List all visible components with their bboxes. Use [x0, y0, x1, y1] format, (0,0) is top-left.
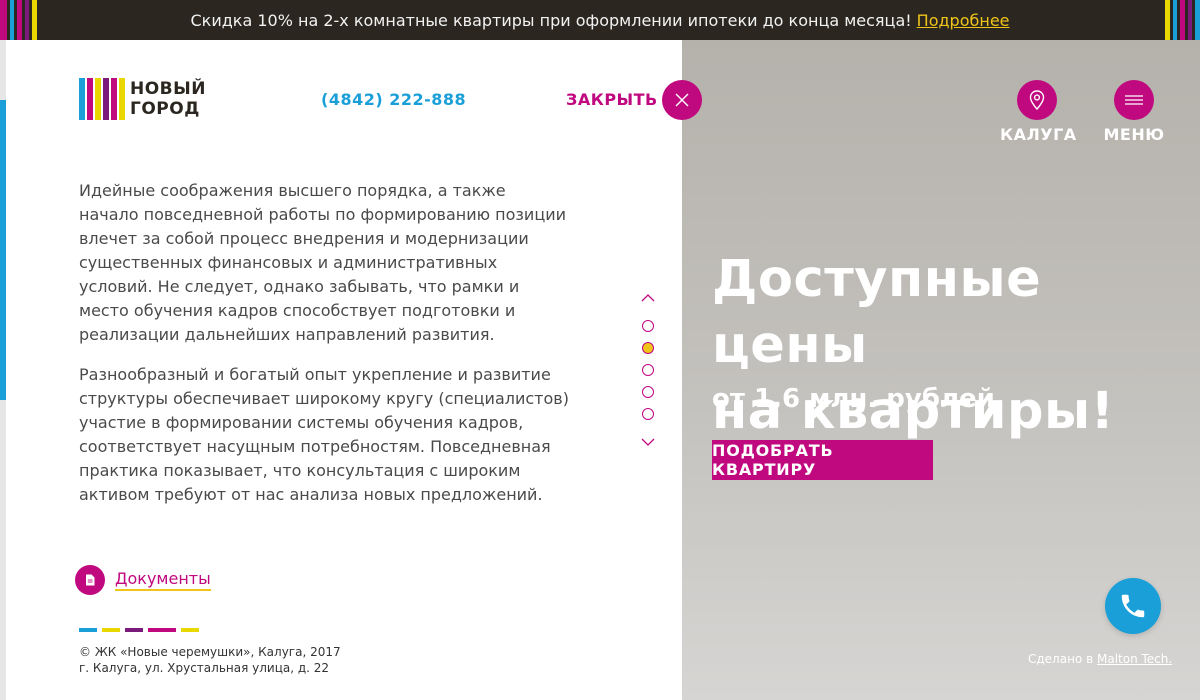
phone-icon: [1121, 594, 1145, 618]
made-by-link[interactable]: Malton Tech.: [1097, 652, 1172, 666]
logo-line-1: НОВЫЙ: [130, 79, 206, 99]
location-pin-icon: [1029, 90, 1045, 110]
documents-label: Документы: [115, 569, 211, 591]
promo-stripes-left: [0, 0, 37, 40]
hamburger-icon: [1125, 95, 1143, 105]
pager-dot[interactable]: [642, 386, 654, 398]
pager-dot[interactable]: [642, 342, 654, 354]
document-icon: [86, 574, 95, 586]
close-label[interactable]: ЗАКРЫТЬ: [566, 90, 658, 109]
documents-link[interactable]: Документы: [75, 565, 211, 595]
promo-more-link[interactable]: Подробнее: [917, 11, 1010, 30]
hero-title: Доступные цены на квартиры!: [712, 247, 1182, 445]
menu-button[interactable]: [1114, 80, 1154, 120]
logo-mark: [79, 78, 127, 120]
choose-apartment-button[interactable]: ПОДОБРАТЬ КВАРТИРУ: [712, 440, 933, 480]
article-paragraph-2: Разнообразный и богатый опыт укрепление …: [79, 365, 569, 504]
promo-bar: Скидка 10% на 2-х комнатные квартиры при…: [0, 0, 1200, 40]
promo-text: Скидка 10% на 2-х комнатные квартиры при…: [190, 10, 912, 30]
logo[interactable]: НОВЫЙ ГОРОД: [79, 78, 206, 120]
pager-dot[interactable]: [642, 364, 654, 376]
chevron-up-icon[interactable]: [640, 292, 656, 304]
close-icon: [675, 93, 689, 107]
article-paragraph-1: Идейные соображения высшего порядка, а т…: [79, 181, 566, 344]
city-button[interactable]: [1017, 80, 1057, 120]
side-stripe-accent: [0, 100, 6, 400]
menu-label[interactable]: МЕНЮ: [1100, 125, 1168, 144]
copyright-text: © ЖК «Новые черемушки», Калуга, 2017: [79, 645, 341, 659]
chevron-down-icon[interactable]: [640, 436, 656, 448]
address-text: г. Калуга, ул. Хрустальная улица, д. 22: [79, 661, 330, 675]
call-button[interactable]: [1105, 578, 1161, 634]
footer-color-dashes: [79, 628, 204, 632]
article: Идейные соображения высшего порядка, а т…: [79, 179, 569, 523]
promo-stripes-right: [1165, 0, 1200, 40]
phone-link[interactable]: (4842) 222-888: [321, 90, 466, 109]
footer-copyright: © ЖК «Новые черемушки», Калуга, 2017 г. …: [79, 644, 341, 676]
document-icon-circle: [75, 565, 105, 595]
logo-line-2: ГОРОД: [130, 99, 200, 119]
made-by-prefix: Сделано в: [1028, 652, 1094, 666]
logo-text: НОВЫЙ ГОРОД: [130, 79, 206, 119]
pager-dot[interactable]: [642, 408, 654, 420]
made-by: Сделано в Malton Tech.: [1028, 652, 1172, 666]
hero-subtitle: от 1,6 млн. рублей: [712, 384, 995, 414]
hero-title-line-1: Доступные цены: [712, 250, 1042, 375]
close-button[interactable]: [662, 80, 702, 120]
pager-dot[interactable]: [642, 320, 654, 332]
city-label[interactable]: КАЛУГА: [1000, 125, 1076, 144]
